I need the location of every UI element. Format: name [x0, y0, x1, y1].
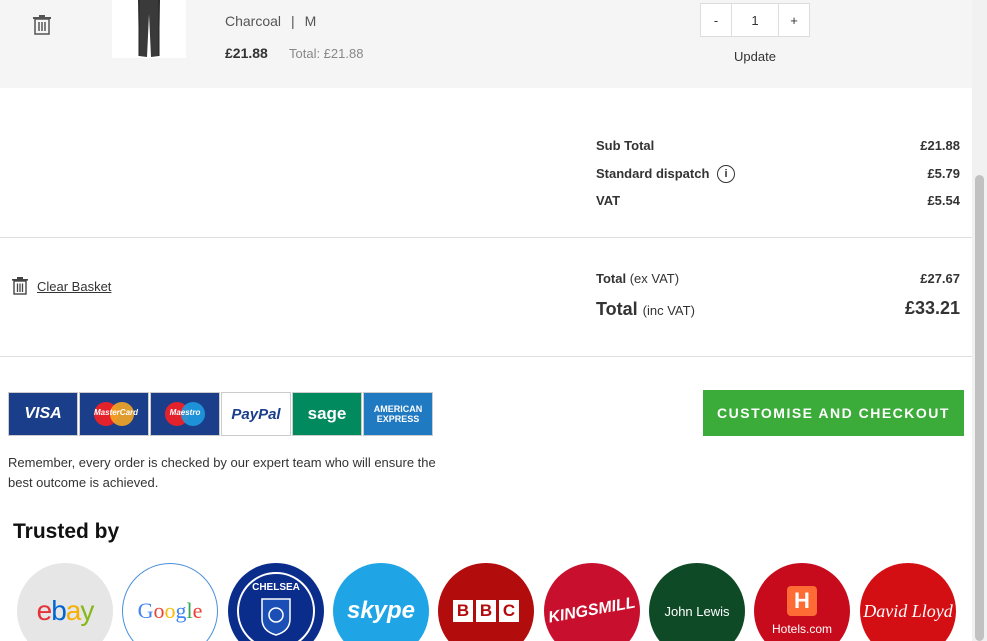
maestro-logo: Maestro [150, 392, 220, 436]
hotels-com-logo: H Hotels.com [754, 563, 850, 641]
line-total: Total: £21.88 [289, 46, 364, 61]
total-inc-vat-label: Total (inc VAT) [596, 299, 695, 320]
trusted-by-heading: Trusted by [13, 520, 120, 543]
total-inc-vat-value: £33.21 [904, 298, 960, 318]
unit-price: £21.88 [225, 45, 268, 61]
quantity-stepper: - 1 + [700, 3, 810, 37]
total-inc-suffix: (inc VAT) [642, 303, 695, 318]
vat-label: VAT [596, 193, 621, 208]
total-ex-suffix: (ex VAT) [629, 271, 680, 286]
product-variant: Charcoal | M [225, 13, 316, 29]
size-label: M [304, 13, 317, 29]
quantity-input[interactable]: 1 [732, 4, 778, 36]
skype-logo: skype [333, 563, 429, 641]
payment-methods: VISA MasterCard Maestro PayPal sage AMER… [8, 392, 433, 436]
amex-logo: AMERICAN EXPRESS [363, 392, 433, 436]
customise-and-checkout-button[interactable]: CUSTOMISE AND CHECKOUT [703, 390, 964, 436]
variant-separator: | [291, 13, 295, 29]
paypal-logo: PayPal [221, 392, 291, 436]
sub-total-label: Sub Total [596, 138, 655, 153]
dispatch-label: Standard dispatch [596, 166, 710, 181]
total-ex-vat-label: Total (ex VAT) [596, 271, 679, 286]
vat-value: £5.54 [927, 193, 960, 208]
trusted-logos: ebay Google CHELSEA skype B B C KINGSMIL… [17, 563, 977, 641]
clear-basket-link[interactable]: Clear Basket [37, 279, 111, 294]
divider [0, 237, 972, 238]
mastercard-text: MasterCard [94, 408, 139, 417]
sub-total-value: £21.88 [920, 138, 960, 153]
basket-item-row: Charcoal | M £21.88 Total: £21.88 - 1 + Up… [0, 0, 972, 88]
google-logo: Google [122, 563, 218, 641]
maestro-text: Maestro [169, 408, 201, 417]
dispatch-value: £5.79 [927, 166, 960, 181]
trash-icon[interactable] [33, 15, 51, 35]
increase-quantity-button[interactable]: + [778, 4, 809, 36]
sage-logo: sage [292, 392, 362, 436]
decrease-quantity-button[interactable]: - [701, 4, 732, 36]
product-image[interactable] [112, 0, 186, 58]
clear-basket-trash-icon[interactable] [12, 277, 28, 295]
kingsmill-logo: KINGSMILL [544, 563, 640, 641]
chelsea-logo: CHELSEA [228, 563, 324, 641]
order-check-note: Remember, every order is checked by our … [8, 455, 436, 490]
divider [0, 356, 972, 357]
john-lewis-logo: John Lewis [649, 563, 745, 641]
scrollbar-thumb[interactable] [975, 175, 984, 641]
total-ex-label-text: Total [596, 271, 627, 286]
mastercard-logo: MasterCard [79, 392, 149, 436]
david-lloyd-logo: David Lloyd [860, 563, 956, 641]
total-ex-vat-value: £27.67 [920, 271, 960, 286]
total-inc-label-text: Total [596, 299, 638, 319]
bbc-logo: B B C [438, 563, 534, 641]
visa-logo: VISA [8, 392, 78, 436]
ebay-logo: ebay [17, 563, 113, 641]
info-icon[interactable]: i [717, 165, 735, 183]
update-button[interactable]: Update [734, 49, 776, 64]
colour-label: Charcoal [225, 13, 282, 29]
